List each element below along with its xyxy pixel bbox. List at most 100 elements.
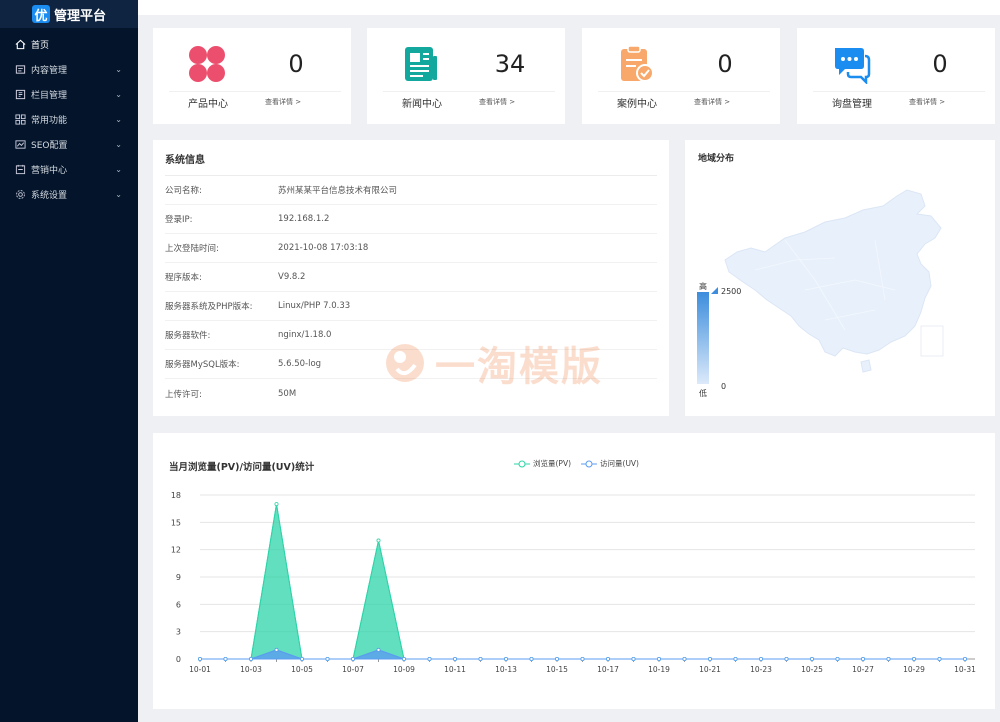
data-point — [453, 657, 456, 660]
sidebar-item-label: 首页 — [31, 38, 122, 51]
data-point — [581, 657, 584, 660]
x-tick-label: 10-23 — [750, 665, 772, 674]
view-details-link[interactable]: 查看详情 > — [265, 97, 301, 107]
sidebar-item-5[interactable]: 营销中心⌄ — [0, 157, 138, 182]
stat-label: 新闻中心 — [383, 95, 461, 110]
info-key: 公司名称: — [165, 184, 278, 196]
stat-value: 0 — [259, 50, 333, 78]
stat-card-3[interactable]: 0 询盘管理 查看详情 > — [797, 28, 995, 124]
top-bar — [138, 0, 1000, 15]
x-tick-label: 10-21 — [699, 665, 721, 674]
data-point — [759, 657, 762, 660]
sidebar-item-label: 栏目管理 — [31, 88, 115, 101]
chevron-down-icon: ⌄ — [115, 190, 122, 199]
info-value: 苏州某某平台信息技术有限公司 — [278, 184, 397, 196]
column-icon — [15, 89, 26, 100]
grid-icon — [15, 114, 26, 125]
stat-divider — [169, 91, 341, 92]
legend-min-value: 0 — [721, 382, 726, 391]
stat-card-2[interactable]: 0 案例中心 查看详情 > — [582, 28, 780, 124]
chevron-down-icon: ⌄ — [115, 140, 122, 149]
legend-item-0[interactable]: 浏览量(PV) — [514, 458, 571, 469]
sidebar-item-3[interactable]: 常用功能⌄ — [0, 107, 138, 132]
sidebar-item-label: 系统设置 — [31, 188, 115, 201]
legend-handle-icon[interactable] — [711, 287, 718, 294]
stat-divider — [383, 91, 555, 92]
content-icon — [15, 64, 26, 75]
info-row: 服务器系统及PHP版本: Linux/PHP 7.0.33 — [165, 292, 657, 321]
sidebar-item-2[interactable]: 栏目管理⌄ — [0, 82, 138, 107]
data-point — [912, 657, 915, 660]
info-key: 上传许可: — [165, 388, 278, 400]
y-tick-label: 0 — [176, 655, 181, 664]
view-details-link[interactable]: 查看详情 > — [694, 97, 730, 107]
legend-item-1[interactable]: 访问量(UV) — [581, 458, 639, 469]
info-key: 服务器MySQL版本: — [165, 358, 278, 370]
china-map[interactable] — [685, 140, 995, 416]
y-tick-label: 18 — [171, 491, 181, 500]
system-info-panel: 系统信息 公司名称: 苏州某某平台信息技术有限公司登录IP: 192.168.1… — [153, 140, 669, 416]
x-tick-label: 10-31 — [954, 665, 976, 674]
info-row: 上次登陆时间: 2021-10-08 17:03:18 — [165, 234, 657, 263]
view-details-link[interactable]: 查看详情 > — [909, 97, 945, 107]
y-tick-label: 9 — [176, 573, 181, 582]
sidebar-item-6[interactable]: 系统设置⌄ — [0, 182, 138, 207]
x-tick-label: 10-25 — [801, 665, 823, 674]
sidebar-menu: 首页 内容管理⌄ 栏目管理⌄ 常用功能⌄ SEO配置⌄ 营销中心⌄ 系统设置⌄ — [0, 28, 138, 207]
data-point — [249, 657, 252, 660]
sidebar-item-4[interactable]: SEO配置⌄ — [0, 132, 138, 157]
x-tick-label: 10-29 — [903, 665, 925, 674]
chart-title: 当月浏览量(PV)/访问量(UV)统计 — [169, 459, 314, 473]
chevron-down-icon: ⌄ — [115, 65, 122, 74]
stat-label: 案例中心 — [598, 95, 676, 110]
data-point — [963, 657, 966, 660]
data-point — [861, 657, 864, 660]
x-tick-label: 10-17 — [597, 665, 619, 674]
y-tick-label: 15 — [171, 518, 181, 527]
sidebar-item-1[interactable]: 内容管理⌄ — [0, 57, 138, 82]
stat-card-0[interactable]: 0 产品中心 查看详情 > — [153, 28, 351, 124]
data-point — [836, 657, 839, 660]
marketing-icon — [15, 164, 26, 175]
info-row: 公司名称: 苏州某某平台信息技术有限公司 — [165, 176, 657, 205]
info-key: 上次登陆时间: — [165, 242, 278, 254]
stat-label: 产品中心 — [169, 95, 247, 110]
info-value: nginx/1.18.0 — [278, 330, 331, 340]
data-point — [530, 657, 533, 660]
data-point — [632, 657, 635, 660]
data-point — [275, 503, 278, 506]
info-row: 登录IP: 192.168.1.2 — [165, 205, 657, 234]
sidebar-item-0[interactable]: 首页 — [0, 32, 138, 57]
info-key: 程序版本: — [165, 271, 278, 283]
data-point — [428, 657, 431, 660]
view-details-link[interactable]: 查看详情 > — [479, 97, 515, 107]
chat-icon — [831, 44, 871, 84]
series-line-0 — [200, 504, 965, 659]
traffic-chart: 036912151810-0110-0310-0510-0710-0910-11… — [153, 433, 995, 709]
data-point — [351, 657, 354, 660]
legend-label: 访问量(UV) — [600, 458, 639, 469]
info-value: 5.6.50-log — [278, 359, 321, 369]
news-icon — [401, 44, 441, 84]
data-point — [402, 657, 405, 660]
legend-marker-icon — [514, 460, 530, 468]
stat-card-1[interactable]: 34 新闻中心 查看详情 > — [367, 28, 565, 124]
sidebar: 优 管理平台 首页 内容管理⌄ 栏目管理⌄ 常用功能⌄ SEO配置⌄ 营销中心⌄… — [0, 0, 138, 722]
data-point — [887, 657, 890, 660]
x-tick-label: 10-01 — [189, 665, 211, 674]
data-point — [938, 657, 941, 660]
data-point — [224, 657, 227, 660]
x-tick-label: 10-07 — [342, 665, 364, 674]
info-row: 服务器软件: nginx/1.18.0 — [165, 321, 657, 350]
brand[interactable]: 优 管理平台 — [0, 0, 138, 28]
chevron-down-icon: ⌄ — [115, 165, 122, 174]
region-map-panel: 地域分布 高 低 2500 0 — [685, 140, 995, 416]
sidebar-item-label: 营销中心 — [31, 163, 115, 176]
y-tick-label: 3 — [176, 628, 181, 637]
data-point — [606, 657, 609, 660]
map-legend-scale[interactable] — [697, 292, 709, 384]
legend-max-value: 2500 — [721, 287, 741, 296]
info-value: 2021-10-08 17:03:18 — [278, 243, 368, 253]
data-point — [555, 657, 558, 660]
stat-value: 0 — [688, 50, 762, 78]
